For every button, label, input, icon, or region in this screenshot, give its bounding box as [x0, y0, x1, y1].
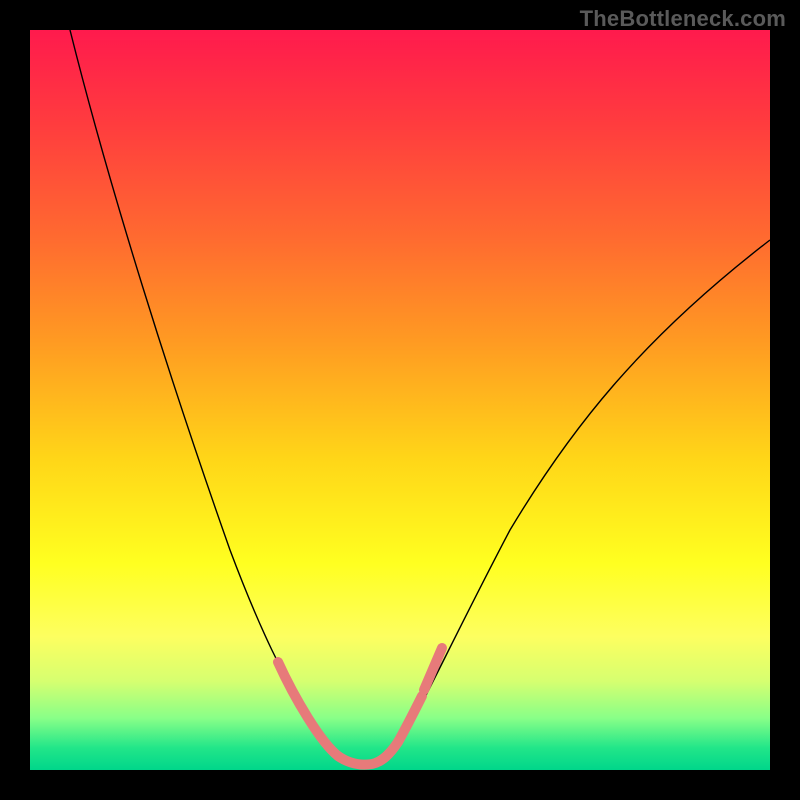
curve-svg — [30, 30, 770, 770]
highlight-bottom — [338, 742, 398, 765]
highlight-left — [278, 662, 338, 756]
chart-frame: TheBottleneck.com — [0, 0, 800, 800]
watermark-text: TheBottleneck.com — [580, 6, 786, 32]
highlight-right-1 — [398, 696, 422, 742]
plot-area — [30, 30, 770, 770]
bottleneck-curve — [70, 30, 770, 766]
